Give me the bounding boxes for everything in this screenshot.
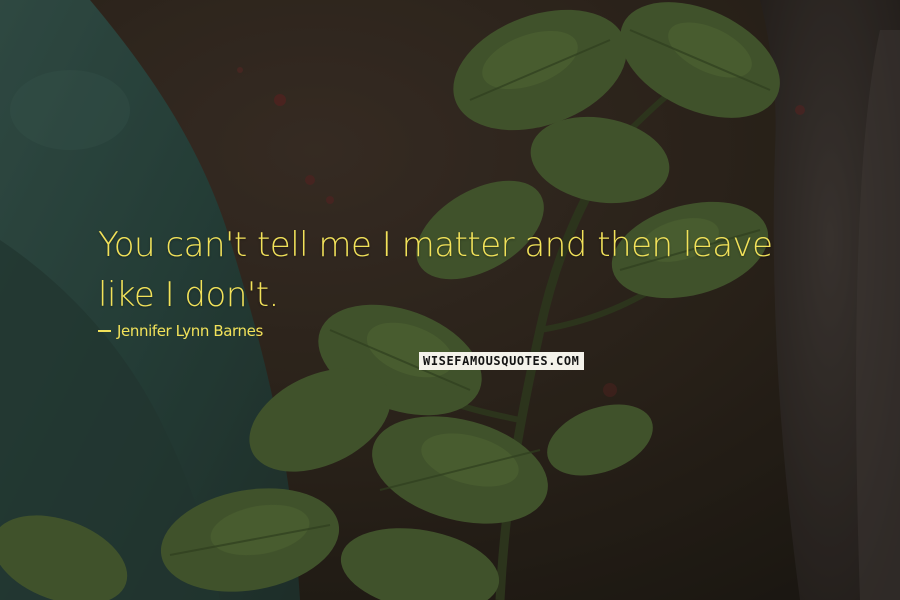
brand-watermark: WISEFAMOUSQUOTES.COM	[419, 352, 584, 370]
author-name: Jennifer Lynn Barnes	[117, 322, 263, 340]
quote-text: You can't tell me I matter and then leav…	[98, 225, 773, 315]
quote-card: You can't tell me I matter and then leav…	[0, 0, 900, 600]
author-line: Jennifer Lynn Barnes	[98, 322, 263, 340]
author-dash	[98, 330, 111, 332]
